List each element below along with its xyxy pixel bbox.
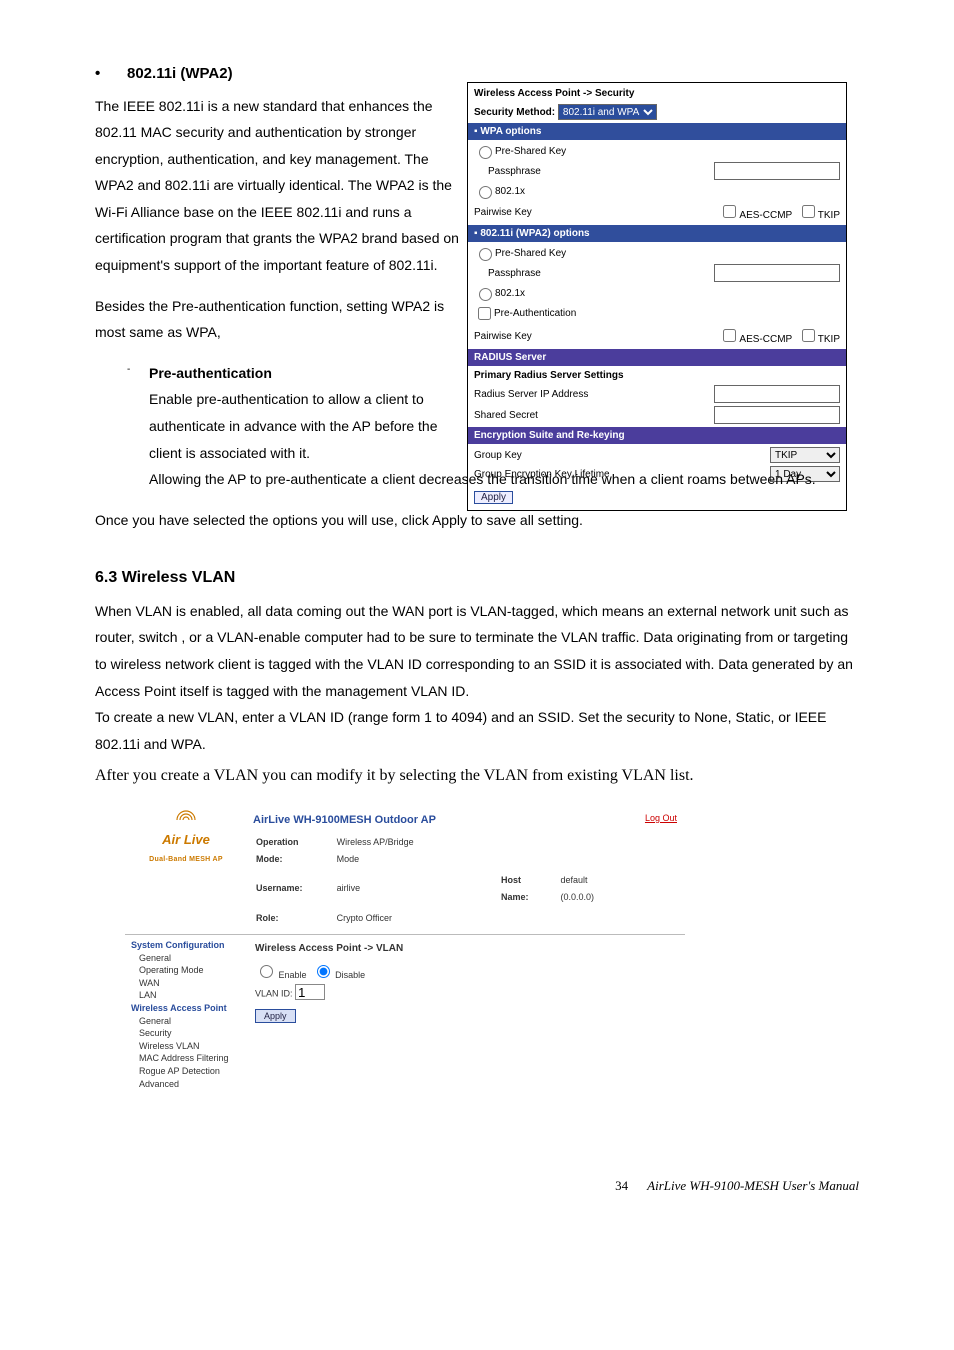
preauth-subtitle: Pre-authentication <box>149 365 272 381</box>
wpa-tkip-check[interactable] <box>802 205 815 218</box>
nav-wap-general[interactable]: General <box>139 1015 241 1028</box>
nav-wan[interactable]: WAN <box>139 977 241 990</box>
wpa2-preauth-check[interactable] <box>478 307 491 320</box>
wifi-icon <box>175 810 197 822</box>
wpa-8021x-radio[interactable] <box>479 186 492 199</box>
wpa-psk-radio[interactable] <box>479 146 492 159</box>
nav-general[interactable]: General <box>139 952 241 965</box>
dash-icon: - <box>127 360 130 379</box>
opmode-label: Operation Mode: <box>255 833 334 869</box>
security-method-label: Security Method: <box>474 106 555 119</box>
page-footer: 34 AirLive WH-9100-MESH User's Manual <box>95 1174 859 1199</box>
wpa-tkip-label: TKIP <box>818 210 840 221</box>
vlan-enable-label: Enable <box>279 970 307 980</box>
nav-wap-advanced[interactable]: Advanced <box>139 1078 241 1091</box>
username-value: airlive <box>336 871 439 907</box>
wpa2-pairwise-label: Pairwise Key <box>474 330 532 343</box>
vlan-disable-radio[interactable] <box>317 965 330 978</box>
vlan-apply-button[interactable]: Apply <box>255 1009 296 1023</box>
hostname-value: default (0.0.0.0) <box>560 871 629 907</box>
wpa-aes-check[interactable] <box>723 205 736 218</box>
wpa-pairwise-label: Pairwise Key <box>474 206 532 219</box>
wpa-pass-label: Passphrase <box>488 165 541 178</box>
vlan-enable-radio[interactable] <box>260 965 273 978</box>
wpa-options-header: ▪ WPA options <box>468 123 846 140</box>
nav-wap-vlan[interactable]: Wireless VLAN <box>139 1040 241 1053</box>
wpa2-pass-label: Passphrase <box>488 267 541 280</box>
product-title: AirLive WH-9100MESH Outdoor AP <box>253 810 631 831</box>
intro-p1: The IEEE 802.11i is a new standard that … <box>95 93 465 279</box>
wpa2-options-header: ▪ 802.11i (WPA2) options <box>468 225 846 242</box>
doc-title: AirLive WH-9100-MESH User's Manual <box>647 1178 859 1193</box>
nav-lan[interactable]: LAN <box>139 989 241 1002</box>
security-method-select[interactable]: 802.11i and WPA <box>558 104 657 120</box>
username-label: Username: <box>255 871 334 907</box>
wpa2-tkip-label: TKIP <box>818 334 840 345</box>
nav-group-sysconfig: System Configuration <box>131 939 241 952</box>
nav-opmode[interactable]: Operating Mode <box>139 964 241 977</box>
vlan-p1: When VLAN is enabled, all data coming ou… <box>95 598 859 704</box>
role-value: Crypto Officer <box>336 909 439 928</box>
security-apply-button[interactable]: Apply <box>474 491 513 504</box>
logo-text: Air Live <box>131 828 241 853</box>
logo-cell: Air Live Dual-Band MESH AP <box>125 806 247 934</box>
wpa2-tkip-check[interactable] <box>802 329 815 342</box>
wpa2-aes-label: AES-CCMP <box>739 334 792 345</box>
logo-subtext: Dual-Band MESH AP <box>131 853 241 866</box>
wpa-pass-input[interactable] <box>714 162 840 180</box>
logout-link[interactable]: Log Out <box>637 806 685 934</box>
preauth-p1: Enable pre-authentication to allow a cli… <box>149 391 438 460</box>
breadcrumb: Wireless Access Point -> Security <box>474 87 840 100</box>
wpa2-8021x-radio[interactable] <box>479 288 492 301</box>
page-number: 34 <box>615 1178 628 1193</box>
vlan-admin-panel: Air Live Dual-Band MESH AP AirLive WH-91… <box>125 806 685 1094</box>
wpa2-psk-label: Pre-Shared Key <box>495 247 566 260</box>
wpa-8021x-label: 802.1x <box>495 185 525 198</box>
nav-wap-security[interactable]: Security <box>139 1027 241 1040</box>
opmode-value: Wireless AP/Bridge Mode <box>336 833 439 869</box>
wpa-psk-label: Pre-Shared Key <box>495 145 566 158</box>
vlan-breadcrumb: Wireless Access Point -> VLAN <box>255 939 677 958</box>
side-nav: System Configuration General Operating M… <box>125 935 247 1094</box>
wpa2-pass-input[interactable] <box>714 264 840 282</box>
wpa-aes-label: AES-CCMP <box>739 210 792 221</box>
nav-wap-mac[interactable]: MAC Address Filtering <box>139 1052 241 1065</box>
role-label: Role: <box>255 909 334 928</box>
hostname-label: Host Name: <box>441 871 558 907</box>
vlan-p3: After you create a VLAN you can modify i… <box>95 761 859 791</box>
intro-p2: Besides the Pre-authentication function,… <box>95 293 465 346</box>
wpa2-psk-radio[interactable] <box>479 248 492 261</box>
nav-group-wap: Wireless Access Point <box>131 1002 241 1015</box>
vlan-disable-label: Disable <box>335 970 365 980</box>
vlan-id-label: VLAN ID: <box>255 989 293 999</box>
nav-wap-rogue[interactable]: Rogue AP Detection <box>139 1065 241 1078</box>
section-heading-vlan: 6.3 Wireless VLAN <box>95 563 859 593</box>
wpa2-preauth-label: Pre-Authentication <box>494 307 576 320</box>
vlan-p2: To create a new VLAN, enter a VLAN ID (r… <box>95 704 859 757</box>
wpa2-8021x-label: 802.1x <box>495 287 525 300</box>
wpa2-aes-check[interactable] <box>723 329 736 342</box>
preauth-p2: Allowing the AP to pre-authenticate a cl… <box>149 466 859 493</box>
vlan-id-input[interactable] <box>295 984 325 1000</box>
